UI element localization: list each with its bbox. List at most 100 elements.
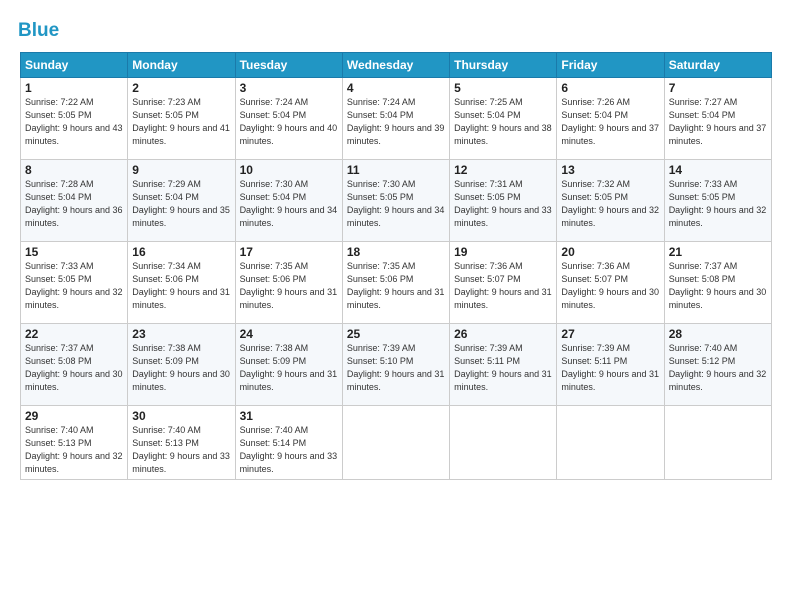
day-info: Sunrise: 7:35 AMSunset: 5:06 PMDaylight:… (240, 260, 338, 312)
calendar-cell: 13Sunrise: 7:32 AMSunset: 5:05 PMDayligh… (557, 159, 664, 241)
calendar-cell: 5Sunrise: 7:25 AMSunset: 5:04 PMDaylight… (450, 77, 557, 159)
calendar-cell: 10Sunrise: 7:30 AMSunset: 5:04 PMDayligh… (235, 159, 342, 241)
day-info: Sunrise: 7:40 AMSunset: 5:12 PMDaylight:… (669, 342, 767, 394)
weekday-header-wednesday: Wednesday (342, 52, 449, 77)
day-number: 14 (669, 163, 767, 177)
day-number: 5 (454, 81, 552, 95)
day-number: 10 (240, 163, 338, 177)
day-number: 13 (561, 163, 659, 177)
day-number: 11 (347, 163, 445, 177)
calendar-cell: 11Sunrise: 7:30 AMSunset: 5:05 PMDayligh… (342, 159, 449, 241)
day-number: 26 (454, 327, 552, 341)
page: Blue SundayMondayTuesdayWednesdayThursda… (0, 0, 792, 612)
calendar-cell: 27Sunrise: 7:39 AMSunset: 5:11 PMDayligh… (557, 323, 664, 405)
day-number: 16 (132, 245, 230, 259)
day-info: Sunrise: 7:34 AMSunset: 5:06 PMDaylight:… (132, 260, 230, 312)
calendar-week-row-2: 8Sunrise: 7:28 AMSunset: 5:04 PMDaylight… (21, 159, 772, 241)
calendar-cell (664, 405, 771, 479)
calendar-cell: 19Sunrise: 7:36 AMSunset: 5:07 PMDayligh… (450, 241, 557, 323)
day-number: 17 (240, 245, 338, 259)
calendar-cell: 24Sunrise: 7:38 AMSunset: 5:09 PMDayligh… (235, 323, 342, 405)
day-number: 7 (669, 81, 767, 95)
header: Blue (20, 18, 772, 42)
calendar-cell: 14Sunrise: 7:33 AMSunset: 5:05 PMDayligh… (664, 159, 771, 241)
calendar-cell: 25Sunrise: 7:39 AMSunset: 5:10 PMDayligh… (342, 323, 449, 405)
day-info: Sunrise: 7:23 AMSunset: 5:05 PMDaylight:… (132, 96, 230, 148)
weekday-header-saturday: Saturday (664, 52, 771, 77)
day-info: Sunrise: 7:32 AMSunset: 5:05 PMDaylight:… (561, 178, 659, 230)
calendar-cell: 22Sunrise: 7:37 AMSunset: 5:08 PMDayligh… (21, 323, 128, 405)
day-number: 1 (25, 81, 123, 95)
calendar-cell: 23Sunrise: 7:38 AMSunset: 5:09 PMDayligh… (128, 323, 235, 405)
day-number: 30 (132, 409, 230, 423)
weekday-header-sunday: Sunday (21, 52, 128, 77)
day-number: 9 (132, 163, 230, 177)
day-info: Sunrise: 7:29 AMSunset: 5:04 PMDaylight:… (132, 178, 230, 230)
calendar-cell: 4Sunrise: 7:24 AMSunset: 5:04 PMDaylight… (342, 77, 449, 159)
day-number: 22 (25, 327, 123, 341)
day-info: Sunrise: 7:33 AMSunset: 5:05 PMDaylight:… (25, 260, 123, 312)
day-info: Sunrise: 7:30 AMSunset: 5:04 PMDaylight:… (240, 178, 338, 230)
day-number: 12 (454, 163, 552, 177)
day-info: Sunrise: 7:24 AMSunset: 5:04 PMDaylight:… (240, 96, 338, 148)
calendar-cell (342, 405, 449, 479)
calendar-cell: 15Sunrise: 7:33 AMSunset: 5:05 PMDayligh… (21, 241, 128, 323)
weekday-header-tuesday: Tuesday (235, 52, 342, 77)
calendar-cell: 31Sunrise: 7:40 AMSunset: 5:14 PMDayligh… (235, 405, 342, 479)
day-info: Sunrise: 7:25 AMSunset: 5:04 PMDaylight:… (454, 96, 552, 148)
calendar-cell: 6Sunrise: 7:26 AMSunset: 5:04 PMDaylight… (557, 77, 664, 159)
day-info: Sunrise: 7:35 AMSunset: 5:06 PMDaylight:… (347, 260, 445, 312)
calendar-cell: 8Sunrise: 7:28 AMSunset: 5:04 PMDaylight… (21, 159, 128, 241)
day-number: 2 (132, 81, 230, 95)
day-info: Sunrise: 7:26 AMSunset: 5:04 PMDaylight:… (561, 96, 659, 148)
day-info: Sunrise: 7:39 AMSunset: 5:11 PMDaylight:… (454, 342, 552, 394)
day-number: 28 (669, 327, 767, 341)
day-number: 8 (25, 163, 123, 177)
calendar-cell: 30Sunrise: 7:40 AMSunset: 5:13 PMDayligh… (128, 405, 235, 479)
day-info: Sunrise: 7:40 AMSunset: 5:13 PMDaylight:… (25, 424, 123, 476)
day-number: 23 (132, 327, 230, 341)
day-info: Sunrise: 7:31 AMSunset: 5:05 PMDaylight:… (454, 178, 552, 230)
calendar-week-row-1: 1Sunrise: 7:22 AMSunset: 5:05 PMDaylight… (21, 77, 772, 159)
day-info: Sunrise: 7:30 AMSunset: 5:05 PMDaylight:… (347, 178, 445, 230)
day-number: 21 (669, 245, 767, 259)
calendar-cell: 26Sunrise: 7:39 AMSunset: 5:11 PMDayligh… (450, 323, 557, 405)
day-info: Sunrise: 7:38 AMSunset: 5:09 PMDaylight:… (132, 342, 230, 394)
day-number: 18 (347, 245, 445, 259)
calendar-week-row-3: 15Sunrise: 7:33 AMSunset: 5:05 PMDayligh… (21, 241, 772, 323)
calendar-table: SundayMondayTuesdayWednesdayThursdayFrid… (20, 52, 772, 480)
day-number: 25 (347, 327, 445, 341)
calendar-cell: 21Sunrise: 7:37 AMSunset: 5:08 PMDayligh… (664, 241, 771, 323)
calendar-cell: 17Sunrise: 7:35 AMSunset: 5:06 PMDayligh… (235, 241, 342, 323)
day-info: Sunrise: 7:40 AMSunset: 5:13 PMDaylight:… (132, 424, 230, 476)
day-info: Sunrise: 7:37 AMSunset: 5:08 PMDaylight:… (25, 342, 123, 394)
weekday-header-row: SundayMondayTuesdayWednesdayThursdayFrid… (21, 52, 772, 77)
weekday-header-thursday: Thursday (450, 52, 557, 77)
calendar-cell (557, 405, 664, 479)
calendar-cell (450, 405, 557, 479)
calendar-cell: 1Sunrise: 7:22 AMSunset: 5:05 PMDaylight… (21, 77, 128, 159)
calendar-cell: 16Sunrise: 7:34 AMSunset: 5:06 PMDayligh… (128, 241, 235, 323)
day-number: 31 (240, 409, 338, 423)
day-number: 20 (561, 245, 659, 259)
day-info: Sunrise: 7:22 AMSunset: 5:05 PMDaylight:… (25, 96, 123, 148)
calendar-cell: 3Sunrise: 7:24 AMSunset: 5:04 PMDaylight… (235, 77, 342, 159)
logo: Blue (20, 18, 59, 42)
day-number: 15 (25, 245, 123, 259)
day-number: 19 (454, 245, 552, 259)
logo-blue: Blue (18, 20, 59, 42)
day-number: 3 (240, 81, 338, 95)
day-number: 6 (561, 81, 659, 95)
calendar-cell: 29Sunrise: 7:40 AMSunset: 5:13 PMDayligh… (21, 405, 128, 479)
day-info: Sunrise: 7:33 AMSunset: 5:05 PMDaylight:… (669, 178, 767, 230)
calendar-week-row-5: 29Sunrise: 7:40 AMSunset: 5:13 PMDayligh… (21, 405, 772, 479)
day-info: Sunrise: 7:39 AMSunset: 5:11 PMDaylight:… (561, 342, 659, 394)
weekday-header-monday: Monday (128, 52, 235, 77)
day-info: Sunrise: 7:36 AMSunset: 5:07 PMDaylight:… (561, 260, 659, 312)
day-number: 24 (240, 327, 338, 341)
day-number: 27 (561, 327, 659, 341)
day-number: 4 (347, 81, 445, 95)
calendar-cell: 9Sunrise: 7:29 AMSunset: 5:04 PMDaylight… (128, 159, 235, 241)
day-info: Sunrise: 7:39 AMSunset: 5:10 PMDaylight:… (347, 342, 445, 394)
day-info: Sunrise: 7:24 AMSunset: 5:04 PMDaylight:… (347, 96, 445, 148)
